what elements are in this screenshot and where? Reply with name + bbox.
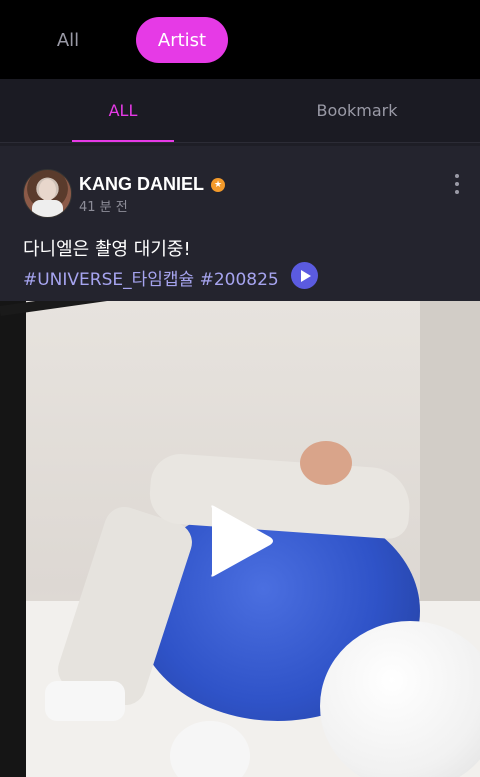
author-name[interactable]: KANG DANIEL: [79, 174, 204, 195]
top-tab-bar: All Artist: [0, 0, 480, 79]
video-player[interactable]: [0, 301, 480, 777]
post-caption: 다니엘은 촬영 대기중!: [23, 239, 191, 260]
post-time: 41 분 전: [79, 200, 128, 215]
avatar[interactable]: [23, 169, 72, 218]
avatar-body: [32, 200, 63, 217]
star-badge-icon: ★: [211, 177, 225, 192]
active-tab-indicator: [72, 140, 174, 142]
tab-artist[interactable]: Artist: [136, 17, 228, 63]
more-vertical-icon[interactable]: [451, 174, 463, 194]
play-icon[interactable]: [291, 262, 318, 289]
subtab-all[interactable]: ALL: [72, 79, 174, 142]
avatar-face: [39, 179, 56, 201]
tab-all[interactable]: All: [40, 17, 96, 63]
sub-tab-bar: ALL Bookmark: [0, 79, 480, 143]
video-person-head: [300, 441, 352, 485]
post-hashtags[interactable]: #UNIVERSE_타임캡슐 #200825: [23, 265, 279, 290]
play-icon[interactable]: [204, 502, 276, 580]
video-person-shoes: [45, 681, 125, 721]
post-card: KANG DANIEL ★ 41 분 전 다니엘은 촬영 대기중! #UNIVE…: [0, 146, 480, 777]
subtab-all-label: ALL: [108, 101, 138, 120]
video-bg-wall: [420, 301, 480, 601]
author-row: KANG DANIEL ★: [79, 174, 225, 195]
video-tripod: [0, 301, 26, 777]
subtab-bookmark[interactable]: Bookmark: [300, 79, 414, 142]
